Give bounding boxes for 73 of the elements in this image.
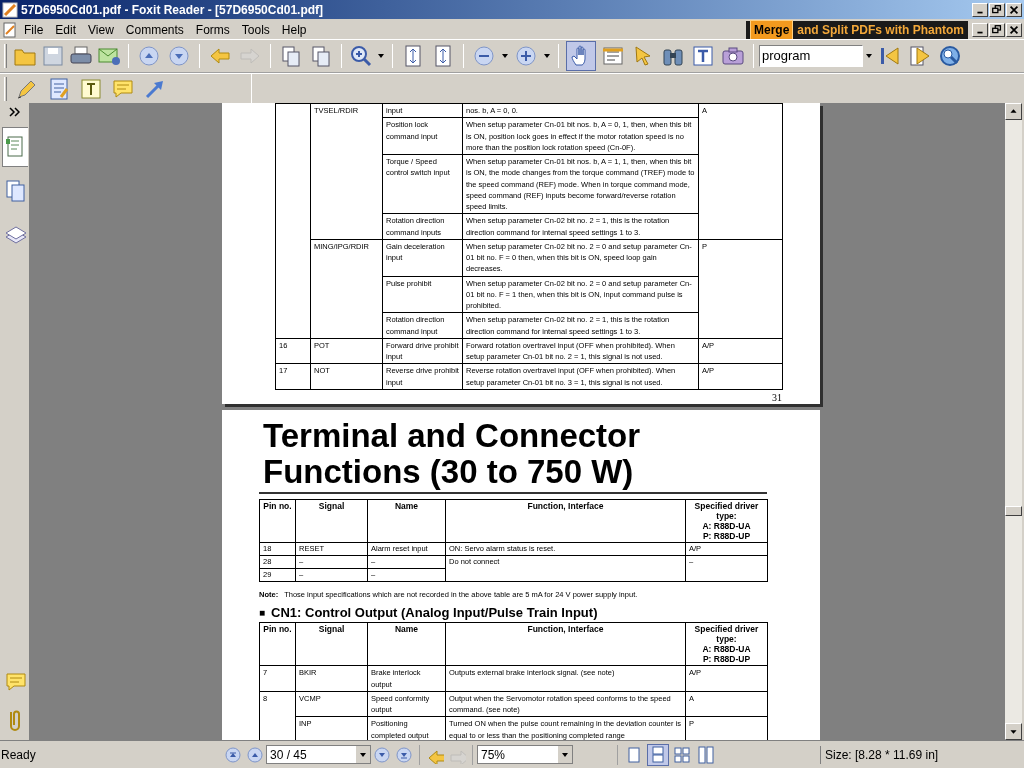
vertical-scrollbar[interactable] — [1005, 103, 1022, 740]
window-close-button[interactable] — [1006, 2, 1022, 17]
first-page-icon[interactable] — [225, 746, 241, 763]
menu-item[interactable]: Edit — [49, 20, 83, 39]
zoom-out-icon[interactable] — [472, 44, 496, 68]
pages-icon — [3, 179, 26, 203]
dropdown-caret-icon[interactable] — [543, 53, 551, 59]
document-close-button[interactable] — [1006, 22, 1022, 37]
search-icon[interactable] — [938, 44, 962, 68]
text-box-icon[interactable] — [691, 44, 715, 68]
scroll-down-button[interactable] — [1005, 723, 1022, 740]
dropdown-caret-icon[interactable] — [501, 53, 509, 59]
document-restore-button[interactable] — [989, 22, 1005, 37]
scroll-thumb[interactable] — [1005, 506, 1022, 516]
bookmarks-tab[interactable] — [1, 127, 28, 167]
column-header: Specified driver type: A: R88D-UA P: R88D-UP — [685, 622, 768, 666]
menu-item[interactable]: Tools — [235, 20, 276, 39]
status-text: Ready — [0, 746, 37, 764]
ad-highlight: Merge — [750, 19, 794, 40]
section-heading: CN1: Control Output (Analog Input/Pulse Train Input) — [271, 605, 598, 622]
typewriter-icon[interactable] — [79, 76, 103, 101]
zoom-field[interactable]: 75% — [477, 745, 573, 764]
bookmark-list-icon — [4, 135, 26, 159]
app-icon — [2, 1, 18, 18]
continuous-button[interactable] — [647, 743, 669, 766]
window-title: 57D6950Cd01.pdf - Foxit Reader - [57D6950Cd01.pdf] — [21, 1, 324, 19]
window-minimize-button[interactable] — [972, 2, 988, 17]
document-minimize-button[interactable] — [972, 22, 988, 37]
previous-page-icon[interactable] — [137, 44, 161, 68]
scroll-up-button[interactable] — [1005, 103, 1022, 120]
next-page-icon[interactable] — [167, 44, 191, 68]
last-page-icon[interactable] — [396, 746, 412, 763]
dropdown-caret-icon[interactable] — [377, 53, 385, 59]
dropdown-caret-icon — [561, 751, 569, 758]
continuous-facing-button[interactable] — [695, 743, 717, 766]
column-header: Name — [367, 622, 446, 666]
zoom-in-icon[interactable] — [514, 44, 538, 68]
menu-item[interactable]: Forms — [189, 20, 236, 39]
menu-item[interactable]: Comments — [119, 20, 190, 39]
column-header: Function, Interface — [445, 622, 686, 666]
menu-item[interactable]: Help — [275, 20, 313, 39]
column-header: Function, Interface — [445, 499, 686, 543]
previous-page-icon[interactable] — [247, 746, 263, 763]
page-number-field[interactable]: 30 / 45 — [266, 745, 371, 764]
ad-banner[interactable]: Merge and Split PDFs with Phantom — [746, 20, 968, 39]
column-header: Pin no. — [259, 622, 296, 666]
find-next-icon[interactable] — [908, 44, 932, 68]
page-number: 31 — [772, 390, 782, 405]
menu-item[interactable]: View — [82, 20, 120, 39]
page-insert-icon[interactable] — [309, 44, 333, 68]
dropdown-caret-icon[interactable] — [865, 53, 873, 59]
column-header: Pin no. — [259, 499, 296, 543]
column-header: Specified driver type: A: R88D-UA P: R88D-UP — [685, 499, 768, 543]
section-bullet: ■ — [259, 606, 266, 621]
zoom-in-icon[interactable] — [349, 44, 373, 68]
window-restore-button[interactable] — [989, 2, 1005, 17]
page-size-text: Size: [8.28 * 11.69 in] — [820, 745, 1024, 764]
page-extract-icon[interactable] — [279, 44, 303, 68]
column-header: Name — [367, 499, 446, 543]
ad-text: and Split PDFs with Phantom — [797, 21, 964, 39]
hand-tool-button[interactable] — [566, 41, 596, 71]
menu-item[interactable]: File — [18, 20, 50, 39]
next-page-icon[interactable] — [374, 746, 390, 763]
note-icon[interactable] — [47, 76, 71, 101]
expand-panel-icon[interactable] — [9, 107, 20, 117]
find-previous-icon[interactable] — [878, 44, 902, 68]
page-heading: Terminal and Connector Functions (30 to 750 W) — [259, 418, 767, 494]
dropdown-caret-icon — [359, 751, 367, 758]
camera-icon[interactable] — [721, 44, 745, 68]
select-text-icon[interactable] — [601, 44, 625, 68]
column-header: Signal — [295, 622, 368, 666]
search-field[interactable]: program — [759, 45, 863, 67]
column-header: Signal — [295, 499, 368, 543]
